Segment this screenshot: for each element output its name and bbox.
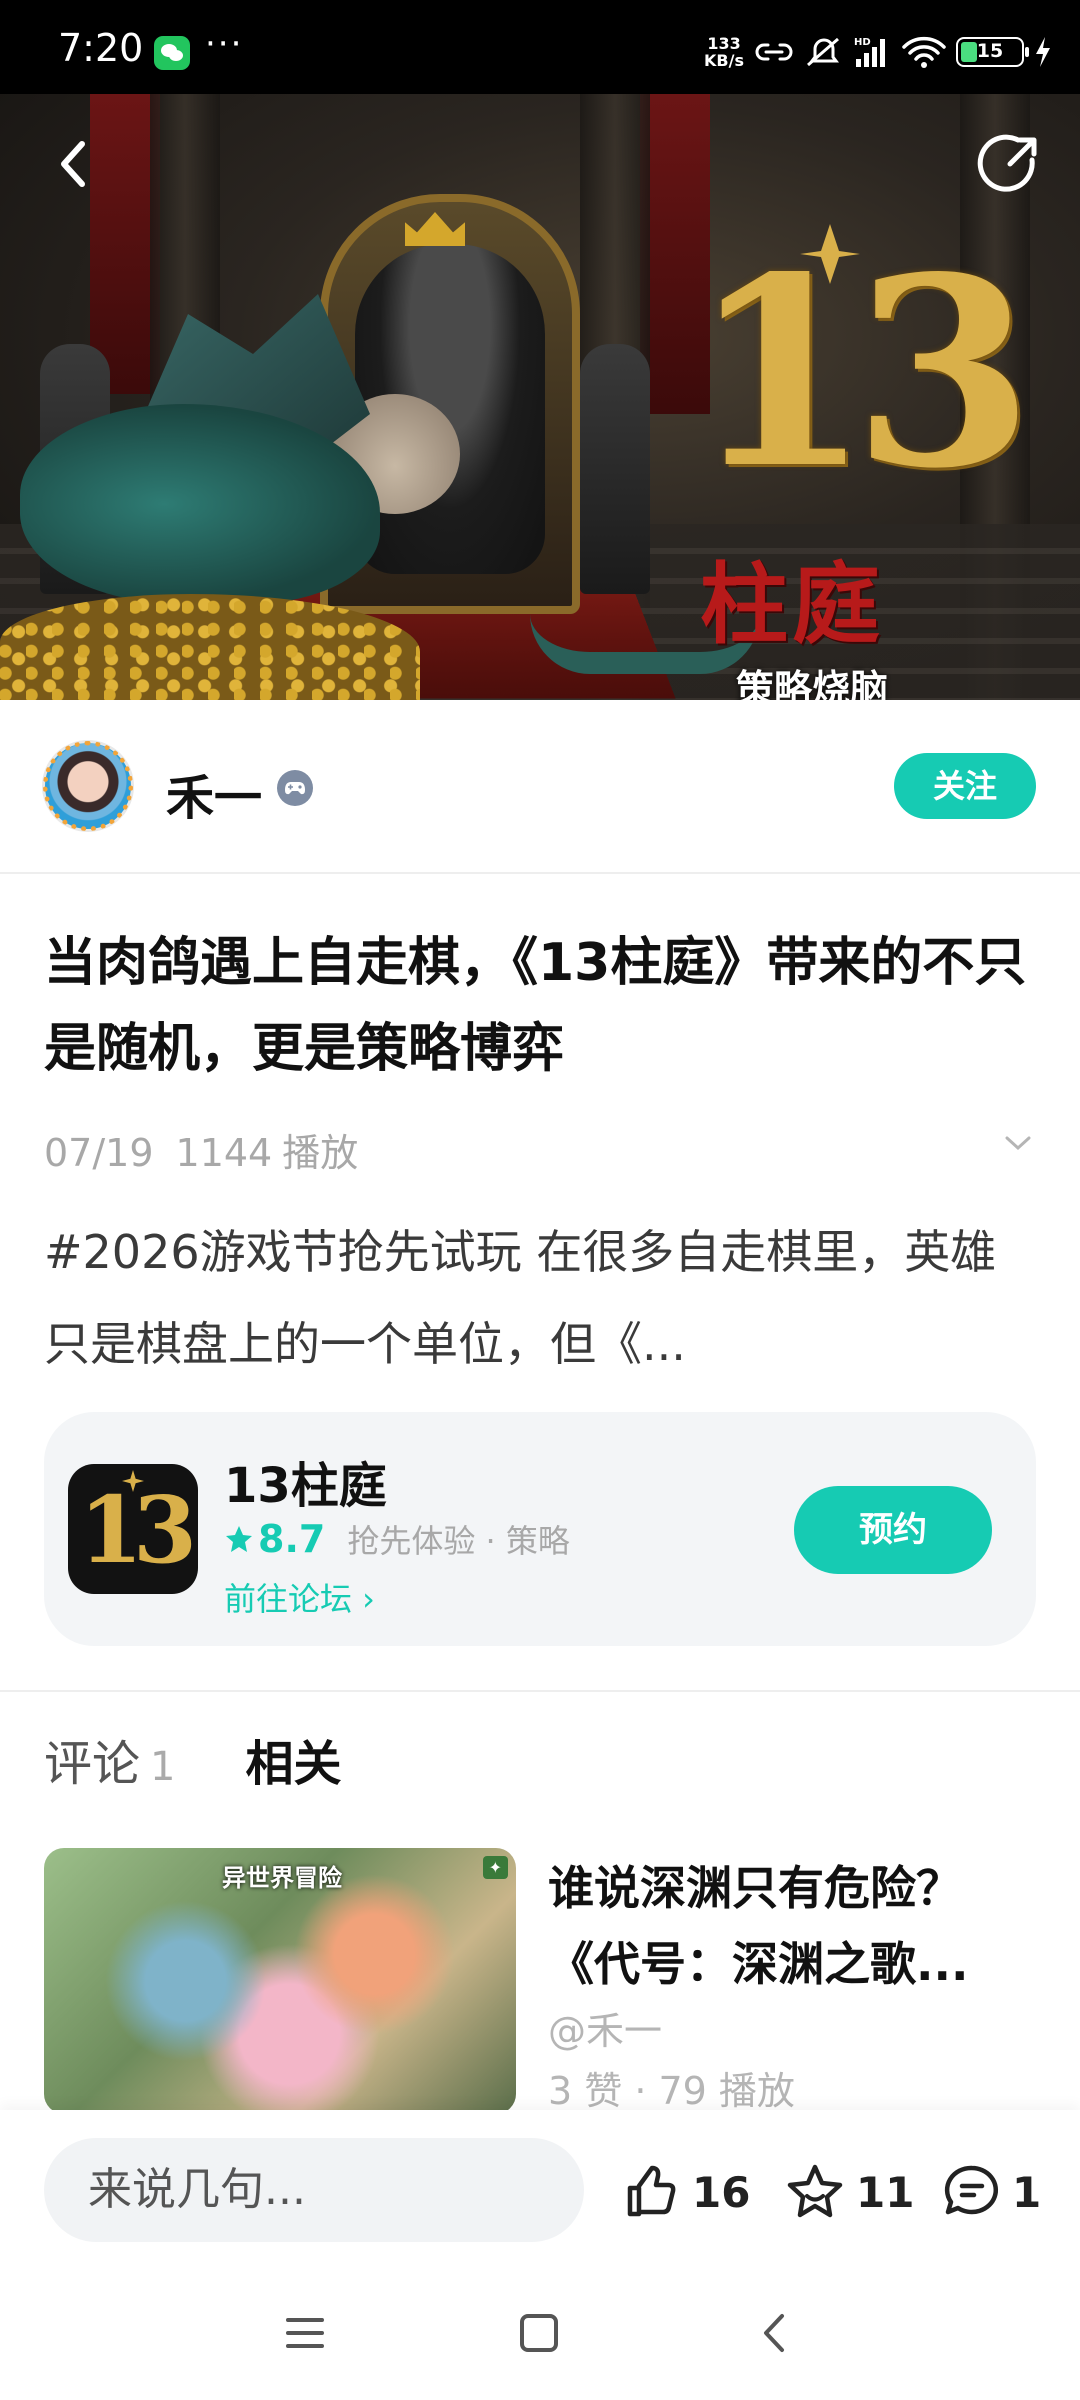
signal-icon: HD (854, 35, 892, 69)
back-arrow-icon (61, 141, 85, 187)
game-logo-number: 13 (690, 221, 1034, 526)
expand-chevron-icon[interactable] (1004, 1134, 1032, 1156)
knight-statue (580, 344, 650, 594)
play-label: 播放 (282, 1131, 359, 1175)
chevron-left-icon (764, 2314, 784, 2352)
game-logo-subtitle: 策略烧脑 (736, 667, 889, 700)
game-name[interactable]: 13柱庭 (224, 1446, 387, 1516)
avatar[interactable] (42, 740, 134, 832)
share-icon (977, 134, 1037, 192)
network-speed-unit: KB/s (704, 51, 744, 70)
related-author[interactable]: @禾一 (548, 2000, 662, 2055)
comment-input[interactable]: 来说几句... (44, 2138, 584, 2242)
status-icons: 133 KB/s HD 15 (704, 30, 1052, 74)
divider (0, 872, 1080, 874)
play-count: 1144 (175, 1131, 273, 1175)
mute-icon (804, 35, 844, 69)
system-back-button[interactable] (752, 2310, 798, 2360)
network-speed-value: 133 (707, 34, 741, 53)
game-icon-text: 13 (78, 1476, 197, 1584)
link-icon (754, 37, 794, 67)
tab-related[interactable]: 相关 (245, 1724, 341, 1802)
related-video-thumbnail[interactable]: 异世界冒险 ✦ (44, 1848, 516, 2114)
thumbnail-logo: ✦ (482, 1856, 508, 1879)
battery-icon: 15 (956, 37, 1029, 67)
comment-icon (944, 2165, 998, 2215)
post-date: 07/19 (44, 1131, 154, 1175)
tab-comments[interactable]: 评论 1 (44, 1724, 175, 1794)
status-time: 7:20 (58, 26, 144, 70)
video-cover[interactable]: 13 柱庭 策略烧脑 (0, 94, 1080, 700)
game-logo-title: 柱庭 (700, 552, 885, 656)
related-title-line1[interactable]: 谁说深渊只有危险？ (548, 1850, 1038, 1926)
comment-count: 1 (1012, 2167, 1042, 2217)
divider (0, 1690, 1080, 1692)
post-meta: 07/19 1144 播放 (44, 1122, 380, 1177)
star-outline-icon (787, 2164, 843, 2218)
comment-button[interactable]: 1 (942, 2162, 1041, 2222)
menu-lines-icon (286, 2318, 324, 2348)
game-score: 8.7 (258, 1517, 326, 1561)
share-button[interactable] (974, 130, 1042, 198)
thumbs-up-icon (627, 2165, 676, 2217)
tab-comments-label: 评论 (44, 1736, 141, 1792)
reserve-button[interactable]: 预约 (794, 1486, 992, 1574)
game-app-icon[interactable]: 13 (68, 1464, 198, 1594)
charging-icon (1034, 37, 1052, 67)
thumbnail-label: 异世界冒险 (222, 1864, 342, 1892)
favorite-count: 11 (856, 2167, 915, 2217)
related-stats: 3 赞 · 79 播放 (548, 2069, 795, 2113)
favorite-button[interactable]: 11 (784, 2162, 914, 2222)
back-button[interactable] (46, 134, 106, 194)
recents-button[interactable] (282, 2310, 328, 2360)
star-icon (226, 1526, 252, 1552)
game-card[interactable]: 13 13柱庭 8.7 抢先体验 · 策略 前往论坛 › 预约 (44, 1412, 1036, 1646)
gamepad-badge-icon (275, 768, 315, 812)
game-rating-row: 8.7 抢先体验 · 策略 (224, 1516, 570, 1562)
like-button[interactable]: 16 (622, 2162, 750, 2222)
wechat-notification-icon (154, 36, 190, 70)
content-tabs: 评论 1 相关 (44, 1724, 341, 1802)
status-bar: 7:20 ··· 133 KB/s HD 15 (0, 0, 1080, 94)
game-tags: 抢先体验 · 策略 (347, 1522, 570, 1560)
wifi-icon (902, 35, 946, 69)
system-nav-bar (0, 2280, 1080, 2400)
network-speed: 133 KB/s (704, 35, 744, 69)
home-button[interactable] (516, 2310, 562, 2360)
follow-button[interactable]: 关注 (894, 753, 1036, 819)
bottom-action-bar: 来说几句... 16 11 1 (0, 2110, 1080, 2280)
like-count: 16 (692, 2167, 751, 2217)
post-description[interactable]: #2026游戏节抢先试玩 在很多自走棋里，英雄只是棋盘上的一个单位，但《... (44, 1206, 1034, 1390)
author-name[interactable]: 禾一 (166, 758, 262, 828)
home-square-icon (520, 2314, 558, 2352)
svg-text:HD: HD (854, 37, 871, 48)
related-title-line2[interactable]: 《代号：深渊之歌... (548, 1926, 1038, 2002)
tab-comments-count: 1 (150, 1744, 176, 1790)
more-notifications-icon: ··· (205, 24, 244, 64)
post-title: 当肉鸽遇上自走棋，《13柱庭》带来的不只是随机，更是策略博弈 (44, 933, 1027, 1079)
forum-link[interactable]: 前往论坛 › (224, 1574, 375, 1620)
battery-level: 15 (976, 40, 1004, 62)
